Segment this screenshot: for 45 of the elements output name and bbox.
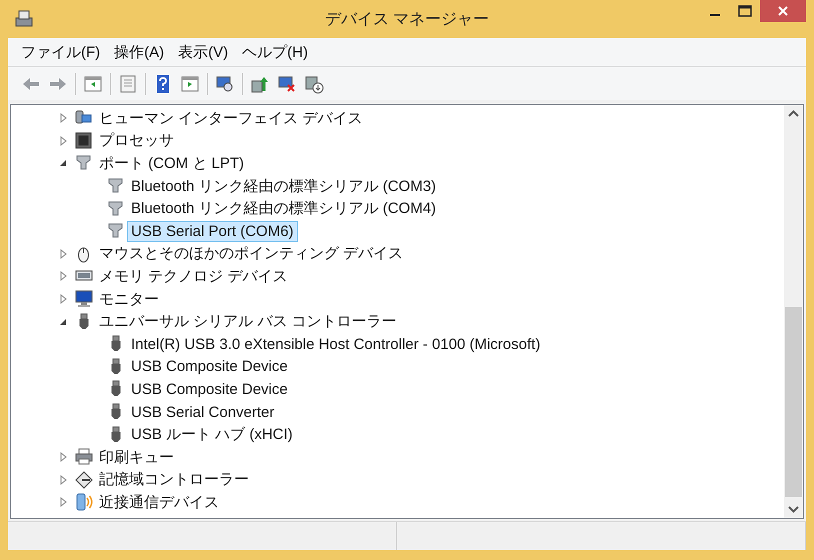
download-icon — [304, 74, 324, 94]
storage-icon — [75, 470, 93, 489]
tree-item[interactable]: Intel(R) USB 3.0 eXtensible Host Controller - 0100 (Microsoft) — [127, 334, 544, 355]
tree-item[interactable]: USB Serial Converter — [127, 402, 278, 423]
tree-item[interactable]: モニター — [95, 288, 163, 311]
tree-item[interactable]: USB Serial Port (COM6) — [127, 220, 298, 242]
tree-item[interactable]: Bluetooth リンク経由の標準シリアル (COM3) — [127, 174, 440, 198]
close-icon — [777, 5, 789, 17]
app-icon — [14, 9, 34, 29]
menu-item[interactable]: ファイル(F) — [14, 40, 108, 64]
phone-signal-icon — [75, 493, 93, 512]
tree-item[interactable]: USB Composite Device — [127, 378, 292, 400]
printer-icon — [75, 448, 93, 466]
close-button[interactable] — [760, 0, 806, 22]
document-icon — [118, 74, 138, 94]
window-title: デバイス マネージャー — [324, 11, 490, 28]
menu-item[interactable]: ヘルプ(H) — [235, 40, 315, 64]
minimize-icon — [710, 14, 720, 16]
scrollbar-thumb[interactable] — [785, 307, 802, 497]
tree-item[interactable]: マウスとそのほかのポインティング デバイス — [95, 242, 408, 266]
tree-item[interactable]: Bluetooth リンク経由の標準シリアル (COM4) — [127, 197, 440, 220]
connector-icon — [107, 177, 125, 196]
tree-item[interactable]: ポート (COM と LPT) — [95, 152, 248, 175]
menu-item[interactable]: 表示(V) — [171, 40, 236, 64]
tree-item[interactable]: 印刷キュー — [95, 446, 178, 469]
tree-item[interactable]: ヒューマン インターフェイス デバイス — [95, 106, 366, 130]
tree-item[interactable]: プロセッサ — [95, 129, 178, 152]
connector-icon — [107, 222, 125, 240]
menu-item[interactable]: 操作(A) — [107, 40, 172, 64]
tree-item[interactable]: 記憶域コントローラー — [95, 468, 253, 492]
monitor-search-icon — [215, 74, 235, 94]
tree-item[interactable]: USB ルート ハブ (xHCI) — [127, 423, 297, 446]
remove-icon — [277, 74, 297, 94]
connector-icon — [75, 154, 93, 172]
tree-item[interactable]: メモリ テクノロジ デバイス — [95, 264, 292, 288]
maximize-icon — [738, 5, 752, 17]
scrollbar[interactable] — [784, 105, 803, 518]
tree-item[interactable]: ユニバーサル シリアル バス コントローラー — [95, 310, 401, 334]
monitor-icon — [75, 290, 93, 308]
tree-item[interactable]: 近接通信デバイス — [95, 490, 223, 514]
chip-icon — [75, 132, 93, 150]
pane-icon — [180, 74, 200, 94]
tree-item[interactable]: USB Composite Device — [127, 356, 292, 378]
pane-icon — [83, 74, 103, 94]
connector-icon — [107, 200, 125, 218]
